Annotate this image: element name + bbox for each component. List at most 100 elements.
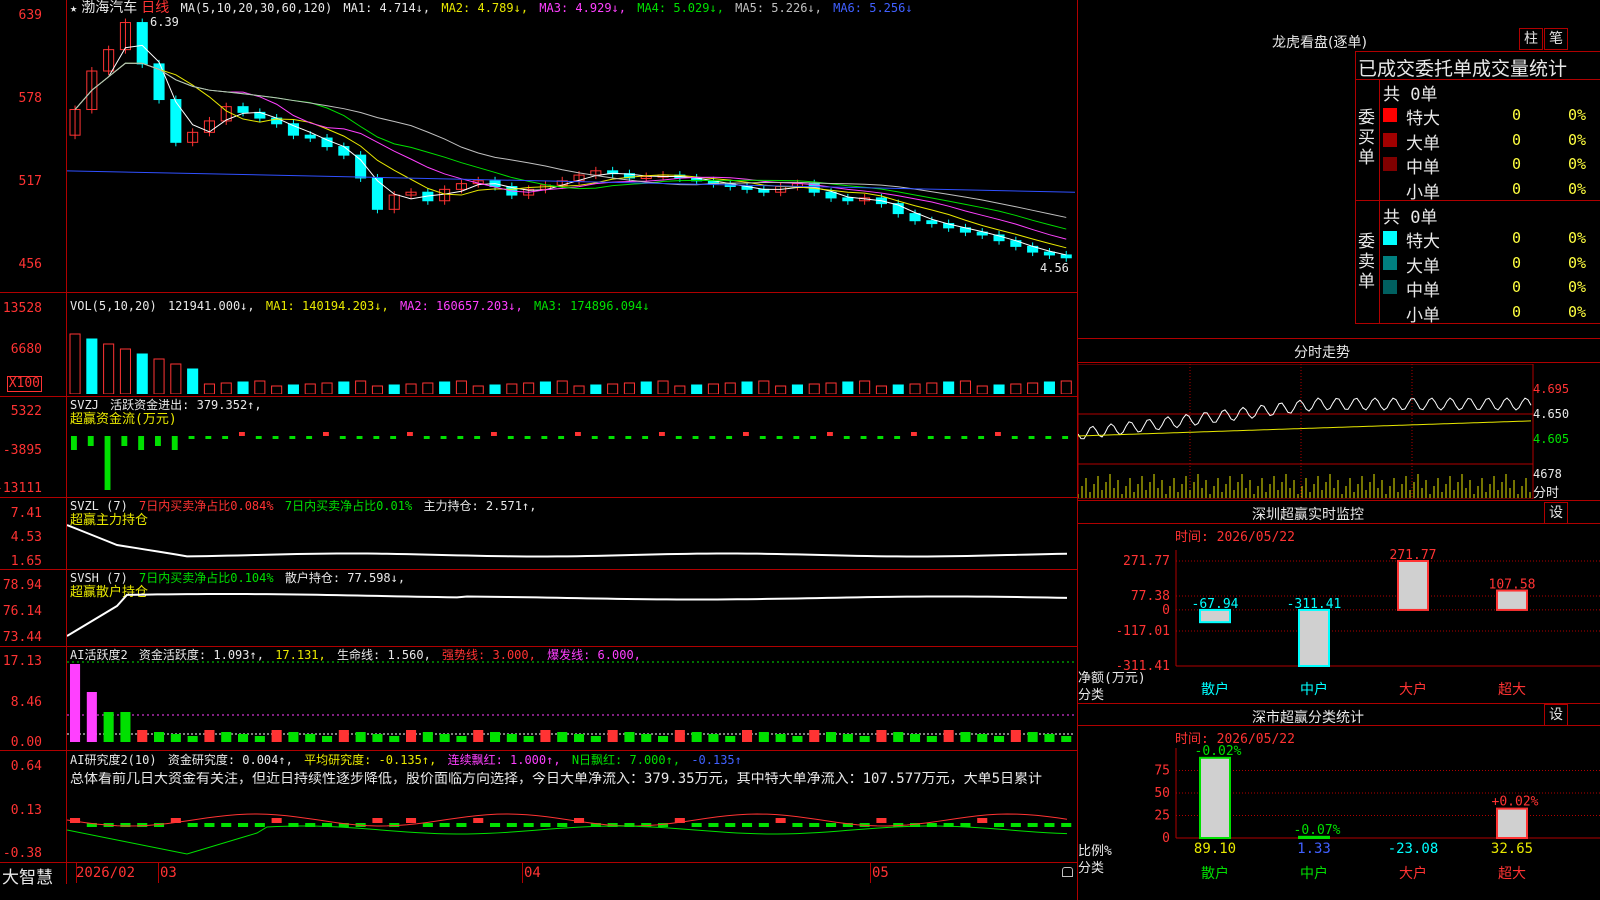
flow-bar — [692, 436, 699, 439]
volume-bar — [170, 363, 182, 394]
volume-bar — [539, 381, 551, 394]
research-bar — [540, 823, 551, 827]
sc-settings-button[interactable]: 设 — [1544, 704, 1568, 726]
ai-activity-chart[interactable] — [67, 660, 1075, 748]
buy-label-char: 委 — [1358, 108, 1375, 128]
tick-mode-button[interactable]: 笔 — [1544, 28, 1568, 50]
buy-label-char: 买 — [1358, 128, 1375, 148]
section-divider — [1078, 523, 1600, 524]
sz-monitor-chart[interactable]: 271.77 77.380 -117.01 -311.41 -67.94 散户 -311.4… — [1118, 540, 1600, 702]
volume-bar — [439, 381, 451, 394]
flow-bar — [944, 436, 951, 439]
table-divider — [1379, 79, 1380, 324]
flow-bar — [978, 436, 985, 439]
order-color-swatch — [1383, 280, 1397, 294]
flow-bar — [171, 436, 178, 450]
sz-axis-label: -117.01 — [1118, 624, 1170, 639]
intraday-axis-label: 4.650 — [1533, 407, 1570, 421]
sz-bar — [1496, 589, 1528, 611]
sz-settings-button[interactable]: 设 — [1544, 502, 1568, 524]
volume-bar — [909, 383, 921, 394]
activity-bar — [187, 736, 198, 742]
ai1-axis-label: 8.46 — [10, 695, 42, 710]
flow-bar — [289, 436, 296, 439]
volume-chart[interactable] — [67, 312, 1075, 394]
candle-body — [842, 197, 854, 202]
flow-bar — [1062, 436, 1069, 439]
order-color-swatch — [1383, 108, 1397, 122]
candle-body — [355, 154, 367, 179]
activity-bar — [120, 712, 131, 742]
main-chart-area[interactable]: ★ 渤海汽车 日线 MA(5,10,20,30,60,120) MA1: 4.714… — [0, 0, 1078, 900]
candlestick-chart[interactable] — [67, 14, 1075, 292]
volume-bar — [724, 382, 736, 394]
flow-bar — [810, 436, 817, 439]
sz-value-label: -67.94 — [1192, 597, 1239, 612]
intraday-chart[interactable] — [1078, 364, 1538, 499]
sc-top-label: -0.07% — [1294, 823, 1341, 838]
activity-bar — [775, 734, 786, 742]
table-title: 已成交委托单成交量统计 — [1358, 58, 1568, 80]
flow-bar — [491, 432, 497, 436]
volume-bar — [472, 385, 484, 394]
vol-def: VOL(5,10,20) — [70, 299, 157, 313]
research-bar — [221, 823, 232, 827]
flow-bar — [709, 436, 716, 439]
sz-axis-label: 271.77 — [1123, 554, 1170, 569]
research-bar — [473, 818, 484, 823]
research-bar — [490, 823, 501, 827]
vol-ma2: MA2: 160657.203↓, — [399, 299, 523, 313]
svsh-chart[interactable] — [67, 586, 1075, 646]
activity-bar — [926, 736, 937, 742]
svzl-chart[interactable] — [67, 515, 1075, 569]
volume-bar — [573, 385, 585, 394]
research-bar — [422, 823, 433, 827]
volume-bar — [993, 384, 1005, 394]
holding-line — [67, 524, 1068, 558]
activity-bar — [70, 664, 81, 742]
volume-bar — [321, 382, 333, 394]
research-bar — [691, 823, 702, 827]
volume-bar — [842, 381, 854, 394]
research-bar — [137, 823, 148, 827]
flow-bar — [423, 436, 430, 439]
flow-bar — [927, 436, 934, 439]
svzj-header: SVZJ 活跃资金进出: 379.352↑, — [70, 398, 266, 412]
order-type-label: 小单 — [1406, 305, 1440, 326]
table-divider — [1356, 200, 1600, 201]
sc-category-label: 散户 — [1201, 865, 1229, 882]
dragon-tiger-title: 龙虎看盘(逐单) — [1272, 35, 1367, 51]
activity-bar — [557, 732, 568, 742]
lock-icon[interactable] — [1062, 867, 1073, 877]
order-count: 0 — [1512, 302, 1522, 321]
ai-research-chart[interactable] — [67, 790, 1075, 860]
svzj-axis-label: -3895 — [2, 443, 42, 458]
panel-divider — [0, 497, 1078, 498]
research-bar — [775, 818, 786, 823]
volume-bar — [674, 385, 686, 394]
ma6-value: MA6: 5.256↓ — [833, 1, 913, 15]
research-bar — [1044, 823, 1055, 827]
order-percent: 0% — [1568, 130, 1587, 149]
flow-bar — [659, 432, 665, 436]
volume-bar — [859, 380, 871, 394]
buy-total: 共 0单 — [1383, 85, 1438, 105]
app-brand[interactable]: 大智慧 — [2, 863, 53, 888]
activity-bar — [1061, 736, 1072, 742]
date-tick — [870, 863, 871, 883]
svzj-axis-label: -13111 — [0, 481, 42, 496]
bar-mode-button[interactable]: 柱 — [1519, 28, 1543, 50]
svsh-t1: 7日内买卖净占比0.104% — [139, 571, 274, 585]
activity-bar — [641, 734, 652, 742]
flow-bar — [575, 432, 581, 436]
flow-bar — [71, 436, 77, 450]
star-icon[interactable]: ★ — [70, 1, 77, 15]
sc-stat-chart[interactable]: 75 50 25 0 -0.02% 89.10 散户 -0.07% 1.33 中户 -23.08 大户… — [1118, 742, 1600, 900]
flow-bar — [205, 436, 212, 439]
svzj-chart[interactable] — [67, 420, 1075, 496]
ai2-axis-label: -0.38 — [2, 846, 42, 861]
volume-bar — [707, 383, 719, 394]
section-divider — [1078, 725, 1600, 726]
flow-bar — [843, 436, 850, 439]
research-bar — [708, 823, 719, 827]
